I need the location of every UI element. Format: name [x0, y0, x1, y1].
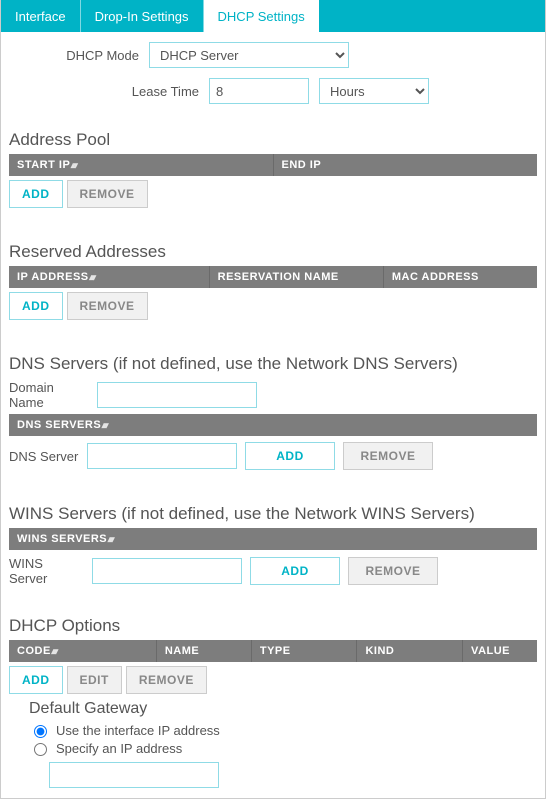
reserved-title: Reserved Addresses [9, 242, 537, 262]
gateway-use-interface-row[interactable]: Use the interface IP address [29, 722, 537, 738]
dns-server-label: DNS Server [9, 449, 79, 464]
col-dns-servers[interactable]: DNS Servers [9, 414, 537, 436]
dns-table-head: DNS Servers [9, 414, 537, 436]
dhcp-mode-label: DHCP Mode [9, 48, 149, 63]
gateway-specify-label: Specify an IP address [56, 741, 182, 756]
tab-dropin[interactable]: Drop-In Settings [81, 0, 204, 32]
dhcp-options-title: DHCP Options [9, 616, 537, 636]
dhcp-mode-select[interactable]: DHCP Server [149, 42, 349, 68]
address-pool-table-head: Start IP End IP [9, 154, 537, 176]
col-type[interactable]: Type [252, 640, 358, 662]
reserved-add-button[interactable]: ADD [9, 292, 63, 320]
col-mac-address[interactable]: MAC Address [384, 266, 537, 288]
col-kind[interactable]: Kind [357, 640, 463, 662]
address-pool-add-button[interactable]: ADD [9, 180, 63, 208]
domain-name-label: Domain Name [9, 380, 89, 410]
tab-dhcp[interactable]: DHCP Settings [204, 0, 319, 32]
col-start-ip[interactable]: Start IP [9, 154, 274, 176]
options-add-button[interactable]: ADD [9, 666, 63, 694]
wins-server-input[interactable] [92, 558, 242, 584]
dns-add-button[interactable]: ADD [245, 442, 335, 470]
tab-bar: Interface Drop-In Settings DHCP Settings [1, 0, 545, 32]
wins-table-head: WINS Servers [9, 528, 537, 550]
reserved-remove-button[interactable]: REMOVE [67, 292, 148, 320]
wins-add-button[interactable]: ADD [250, 557, 340, 585]
gateway-specify-row[interactable]: Specify an IP address [29, 740, 537, 756]
address-pool-remove-button[interactable]: REMOVE [67, 180, 148, 208]
col-reservation-name[interactable]: Reservation Name [210, 266, 384, 288]
gateway-use-interface-label: Use the interface IP address [56, 723, 220, 738]
lease-time-unit-select[interactable]: Hours [319, 78, 429, 104]
lease-time-input[interactable] [209, 78, 309, 104]
dns-remove-button[interactable]: REMOVE [343, 442, 433, 470]
dns-server-input[interactable] [87, 443, 237, 469]
dns-title: DNS Servers (if not defined, use the Net… [9, 354, 537, 374]
wins-title: WINS Servers (if not defined, use the Ne… [9, 504, 537, 524]
col-end-ip[interactable]: End IP [274, 154, 538, 176]
col-code[interactable]: Code [9, 640, 157, 662]
col-wins-servers[interactable]: WINS Servers [9, 528, 537, 550]
dhcp-options-table-head: Code Name Type Kind Value [9, 640, 537, 662]
gateway-specify-radio[interactable] [34, 743, 47, 756]
gateway-use-interface-radio[interactable] [34, 725, 47, 738]
options-edit-button[interactable]: EDIT [67, 666, 122, 694]
wins-server-label: WINS Server [9, 556, 84, 586]
col-ip-address[interactable]: IP Address [9, 266, 210, 288]
gateway-ip-input [49, 762, 219, 788]
options-remove-button[interactable]: REMOVE [126, 666, 207, 694]
col-name[interactable]: Name [157, 640, 252, 662]
wins-remove-button[interactable]: REMOVE [348, 557, 438, 585]
tab-interface[interactable]: Interface [1, 0, 81, 32]
default-gateway-title: Default Gateway [29, 700, 537, 718]
address-pool-title: Address Pool [9, 130, 537, 150]
reserved-table-head: IP Address Reservation Name MAC Address [9, 266, 537, 288]
col-value[interactable]: Value [463, 640, 537, 662]
lease-time-label: Lease Time [49, 84, 209, 99]
domain-name-input[interactable] [97, 382, 257, 408]
